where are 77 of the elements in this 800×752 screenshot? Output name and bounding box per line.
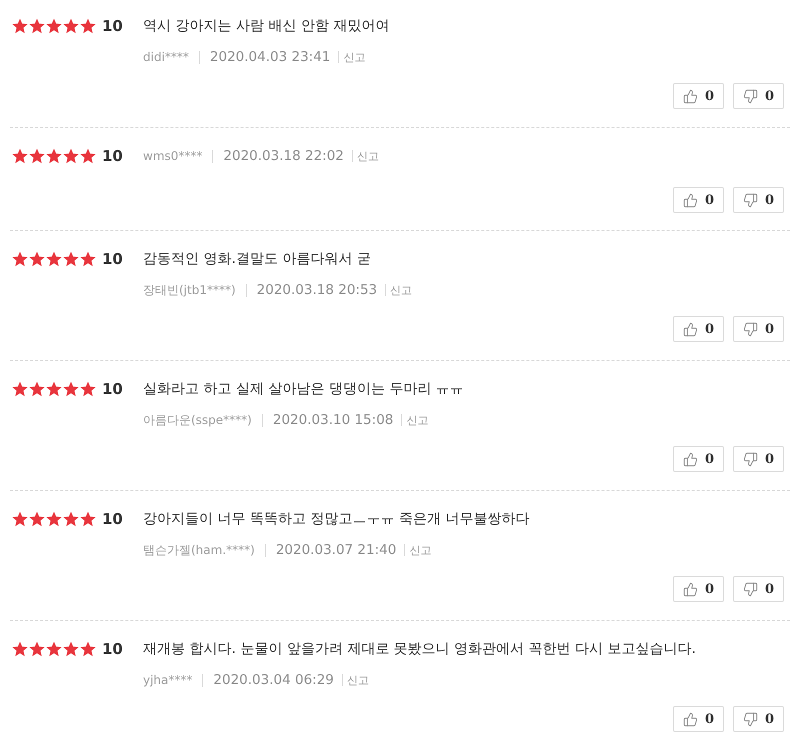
star-icon <box>29 148 45 164</box>
review-date: 2020.03.07 21:40 <box>276 542 396 558</box>
rating-score: 10 <box>102 379 123 399</box>
thumbs-up-icon <box>682 192 698 208</box>
review-date: 2020.03.18 20:53 <box>256 282 378 298</box>
thumbs-up-icon <box>682 712 698 726</box>
review-text: 실화라고 하고 실제 살아남은 댕댕이는 두마리 ㅠㅠ <box>143 380 464 399</box>
star-icon <box>80 511 96 527</box>
thumbs-down-icon <box>742 192 758 208</box>
review-date: 2020.04.03 23:41 <box>210 49 330 65</box>
review-text: 역시 강아지는 사람 배신 안함 재밌어여 <box>143 17 390 36</box>
dislike-button[interactable]: 0 <box>733 83 784 109</box>
like-button[interactable]: 0 <box>673 446 724 472</box>
star-icon <box>12 511 28 527</box>
star-icon <box>46 511 62 527</box>
star-icon <box>29 641 45 657</box>
dislike-button[interactable]: 0 <box>733 576 784 602</box>
star-icon <box>12 18 28 34</box>
star-icon <box>29 251 45 267</box>
dislike-button[interactable]: 0 <box>733 706 784 732</box>
review-text: 강아지들이 너무 똑똑하고 정많고ㅡㅜㅠ 죽은개 너무불쌍하다 <box>143 510 530 529</box>
star-icon <box>29 18 45 34</box>
rating-score: 10 <box>102 639 123 659</box>
reviewer-name: wms0**** <box>143 149 202 163</box>
star-icon <box>46 148 62 164</box>
star-icon <box>46 641 62 657</box>
star-icon <box>12 641 28 657</box>
star-icon <box>80 18 96 34</box>
star-icon <box>63 641 79 657</box>
thumbs-down-icon <box>742 322 758 336</box>
review-date: 2020.03.04 06:29 <box>213 672 334 688</box>
reviewer-name: yjha**** <box>143 673 192 687</box>
rating-score: 10 <box>102 146 123 166</box>
review-text: 재개봉 합시다. 눈물이 앞을가려 제대로 못봤으니 영화관에서 꼭한번 다시 보고싶습니다. <box>143 640 696 659</box>
star-icon <box>80 641 96 657</box>
star-icon <box>80 148 96 164</box>
review-text: 감동적인 영화.결말도 아름다워서 굳 <box>143 250 372 269</box>
rating-score: 10 <box>102 509 123 529</box>
rating-score: 10 <box>102 16 123 36</box>
star-icon <box>12 381 28 397</box>
star-icon <box>63 148 79 164</box>
star-icon <box>46 381 62 397</box>
star-icon <box>12 251 28 267</box>
dislike-button[interactable]: 0 <box>733 316 784 342</box>
thumbs-up-icon <box>682 452 698 466</box>
star-icon <box>80 381 96 397</box>
like-button[interactable]: 0 <box>673 316 724 342</box>
thumbs-up-icon <box>682 322 698 336</box>
star-icon <box>63 251 79 267</box>
dislike-button[interactable]: 0 <box>733 446 784 472</box>
star-icon <box>63 381 79 397</box>
star-icon <box>46 251 62 267</box>
like-button[interactable]: 0 <box>673 706 724 732</box>
star-icon <box>12 148 28 164</box>
thumbs-down-icon <box>742 582 758 596</box>
like-button[interactable]: 0 <box>673 576 724 602</box>
review-date: 2020.03.10 15:08 <box>272 412 394 428</box>
reviewer-name: 장태빈(jtb1****) <box>143 282 236 298</box>
like-button[interactable]: 0 <box>673 83 724 109</box>
star-icon <box>29 381 45 397</box>
thumbs-down-icon <box>742 712 758 726</box>
like-button[interactable]: 0 <box>673 187 724 213</box>
thumbs-down-icon <box>742 452 758 466</box>
thumbs-down-icon <box>742 88 758 104</box>
star-icon <box>29 511 45 527</box>
thumbs-up-icon <box>682 88 698 104</box>
review-date: 2020.03.18 22:02 <box>223 148 344 164</box>
star-icon <box>46 18 62 34</box>
rating-score: 10 <box>102 249 123 269</box>
reviewer-name: didi**** <box>143 50 189 64</box>
thumbs-up-icon <box>682 582 698 596</box>
star-icon <box>80 251 96 267</box>
reviewer-name: 탬슨가젤(ham.****) <box>143 542 255 558</box>
reviewer-name: 아름다운(sspe****) <box>143 412 252 428</box>
dislike-button[interactable]: 0 <box>733 187 784 213</box>
star-icon <box>63 511 79 527</box>
star-icon <box>63 18 79 34</box>
